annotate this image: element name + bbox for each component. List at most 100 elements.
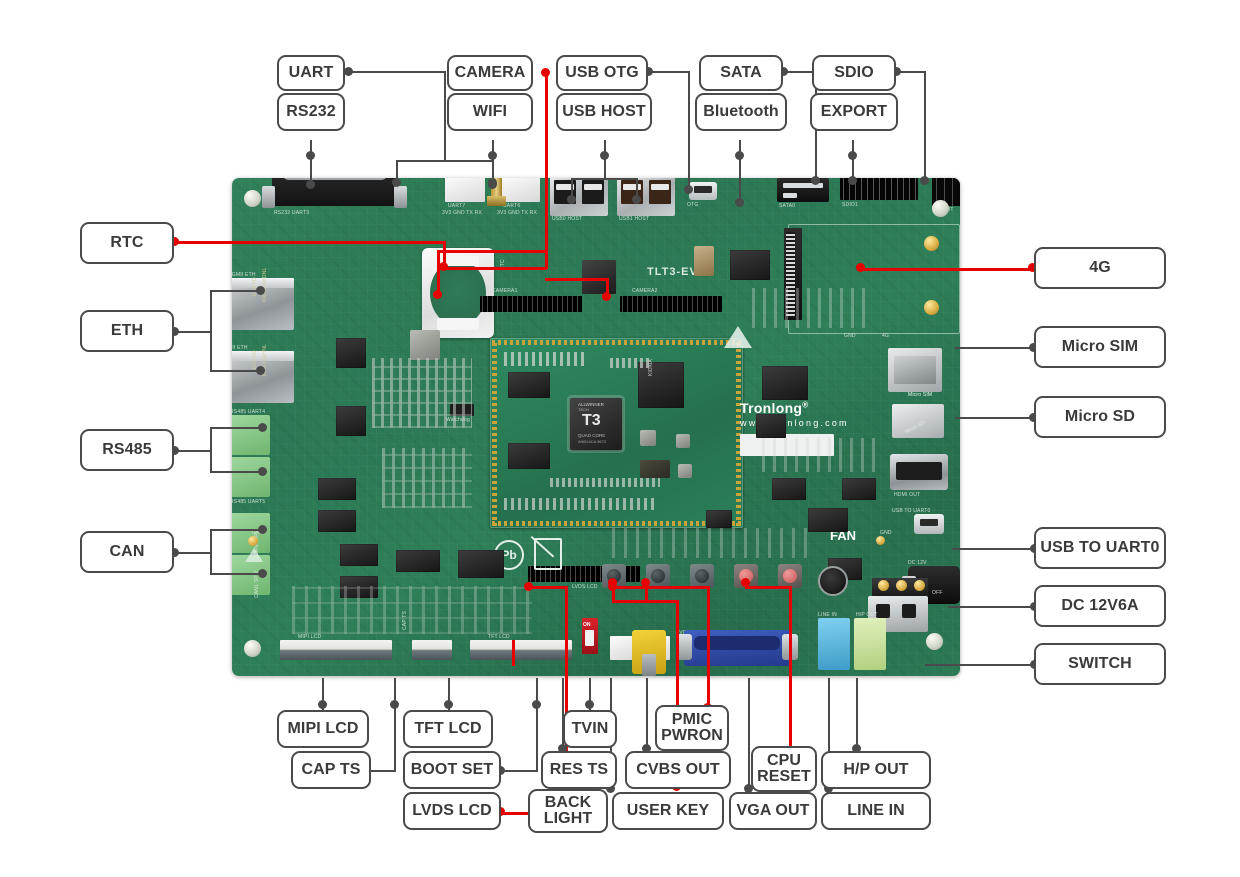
leader-cvbs	[646, 678, 648, 750]
callout-hp-out[interactable]: H/P OUT	[821, 751, 931, 789]
leader-rs232	[310, 140, 312, 184]
callout-mipi-lcd[interactable]: MIPI LCD	[277, 710, 369, 748]
leader-uart-h	[348, 71, 445, 73]
mount-hole-tr	[932, 200, 949, 217]
callout-sdio[interactable]: SDIO	[812, 55, 896, 91]
callout-rtc[interactable]: RTC	[80, 222, 174, 264]
sma-antenna-base	[487, 196, 506, 206]
callout-lvds-lcd-label: LVDS LCD	[412, 801, 492, 819]
callout-tft-lcd[interactable]: TFT LCD	[403, 710, 493, 748]
callout-back-light-line2: LIGHT	[543, 810, 593, 827]
usb1-tongue-a	[623, 184, 641, 190]
callout-can[interactable]: CAN	[80, 531, 174, 573]
callout-cvbs-out-label: CVBS OUT	[636, 760, 720, 778]
callout-micro-sim[interactable]: Micro SIM	[1034, 326, 1166, 368]
callout-cpu-reset-line2: RESET	[757, 768, 811, 785]
ic-rs485-2	[318, 510, 356, 532]
callout-rs232[interactable]: RS232	[277, 93, 345, 131]
callout-usb-to-uart0-label: USB TO UART0	[1040, 538, 1160, 556]
callout-cpu-reset-line1: CPU	[766, 751, 802, 769]
callout-eth-label: ETH	[110, 321, 144, 339]
callout-cvbs-out[interactable]: CVBS OUT	[625, 751, 731, 789]
db9-serial-connector	[272, 178, 398, 206]
callout-sata-label: SATA	[720, 63, 762, 81]
callout-bluetooth[interactable]: Bluetooth	[695, 93, 787, 131]
line-in-jack	[818, 618, 850, 670]
mount-hole-br	[926, 633, 943, 650]
standoff-pad-2	[924, 300, 939, 315]
leader-export	[852, 140, 854, 180]
leader-switch	[925, 664, 1034, 666]
callout-back-light-line1: BACK	[544, 793, 592, 811]
leader-dot-userkey-1	[608, 578, 617, 587]
callout-switch[interactable]: SWITCH	[1034, 643, 1166, 685]
callout-bluetooth-label: Bluetooth	[703, 102, 779, 120]
leader-usb-uart0	[952, 548, 1034, 550]
leader-camera-v	[545, 73, 548, 269]
leader-usbotg-h	[648, 71, 690, 73]
callout-usb-host[interactable]: USB HOST	[556, 93, 652, 131]
emmc-chip	[638, 362, 684, 408]
ic-power-management	[762, 366, 808, 400]
callout-sdio-label: SDIO	[834, 63, 874, 81]
usb-otg-slot	[694, 186, 712, 193]
ic-level-shifter	[396, 550, 440, 572]
mount-hole-tl	[244, 190, 261, 207]
callout-4g[interactable]: 4G	[1034, 247, 1166, 289]
callout-wifi-label: WIFI	[472, 102, 508, 120]
leader-microsd	[955, 417, 1033, 419]
callout-vga-out[interactable]: VGA OUT	[729, 792, 817, 830]
callout-vga-out-label: VGA OUT	[736, 801, 810, 819]
electrolytic-capacitor	[818, 566, 848, 596]
callout-tft-lcd-label: TFT LCD	[414, 719, 482, 737]
callout-pmic-pwron[interactable]: PMIC PWRON	[655, 705, 729, 751]
leader-dot-rtc-battery	[439, 262, 448, 271]
leader-vga	[748, 678, 750, 788]
callout-dc-12v6a[interactable]: DC 12V6A	[1034, 585, 1166, 627]
callout-res-ts[interactable]: RES TS	[541, 751, 617, 789]
callout-camera[interactable]: CAMERA	[447, 55, 533, 91]
callout-export[interactable]: EXPORT	[810, 93, 898, 131]
callout-boot-set-label: BOOT SET	[410, 760, 494, 778]
callout-cpu-reset[interactable]: CPU RESET	[751, 746, 817, 792]
callout-back-light[interactable]: BACK LIGHT	[528, 789, 608, 833]
callout-usb-otg[interactable]: USB OTG	[556, 55, 648, 91]
t3-core-module: ALLWINNER TECH T3 QUAD CORE W6014CA 9673…	[490, 338, 743, 528]
cap-ts-fpc	[412, 640, 452, 660]
rs485-terminal-1	[232, 415, 270, 455]
leader-rs485-h	[174, 450, 212, 452]
mount-hole-bl	[244, 640, 261, 657]
standoff-pad-1	[924, 236, 939, 251]
leader-pmic-v	[707, 586, 710, 708]
leader-bluetooth	[739, 140, 741, 203]
callout-rs485-label: RS485	[102, 440, 152, 458]
ic-audio-codec	[756, 414, 786, 438]
t3-soc-label: T3	[582, 412, 601, 429]
callout-tvin[interactable]: TVIN	[563, 710, 617, 748]
callout-cap-ts[interactable]: CAP TS	[291, 751, 371, 789]
sata-connector	[777, 178, 829, 202]
callout-uart[interactable]: UART	[277, 55, 345, 91]
callout-mipi-lcd-label: MIPI LCD	[287, 719, 359, 737]
inductor-1	[410, 330, 440, 360]
callout-rtc-label: RTC	[110, 233, 144, 251]
callout-usb-otg-label: USB OTG	[565, 63, 639, 81]
callout-boot-set[interactable]: BOOT SET	[403, 751, 501, 789]
callout-user-key[interactable]: USER KEY	[612, 792, 724, 830]
callout-micro-sd[interactable]: Micro SD	[1034, 396, 1166, 438]
callout-rs485[interactable]: RS485	[80, 429, 174, 471]
callout-wifi[interactable]: WIFI	[447, 93, 533, 131]
callout-cap-ts-label: CAP TS	[301, 760, 361, 778]
callout-line-in-label: LINE IN	[847, 801, 905, 819]
callout-eth[interactable]: ETH	[80, 310, 174, 352]
callout-sata[interactable]: SATA	[699, 55, 783, 91]
callout-line-in[interactable]: LINE IN	[821, 792, 931, 830]
callout-lvds-lcd[interactable]: LVDS LCD	[403, 792, 501, 830]
usb0-tongue-b	[584, 184, 602, 190]
leader-dot-camera	[541, 68, 550, 77]
tft-lcd-fpc	[470, 640, 572, 660]
callout-usb-to-uart0[interactable]: USB TO UART0	[1034, 527, 1166, 569]
uart7-header	[445, 178, 485, 202]
leader-dot-camera2	[602, 292, 611, 301]
leader-dot-rs232	[306, 151, 315, 160]
